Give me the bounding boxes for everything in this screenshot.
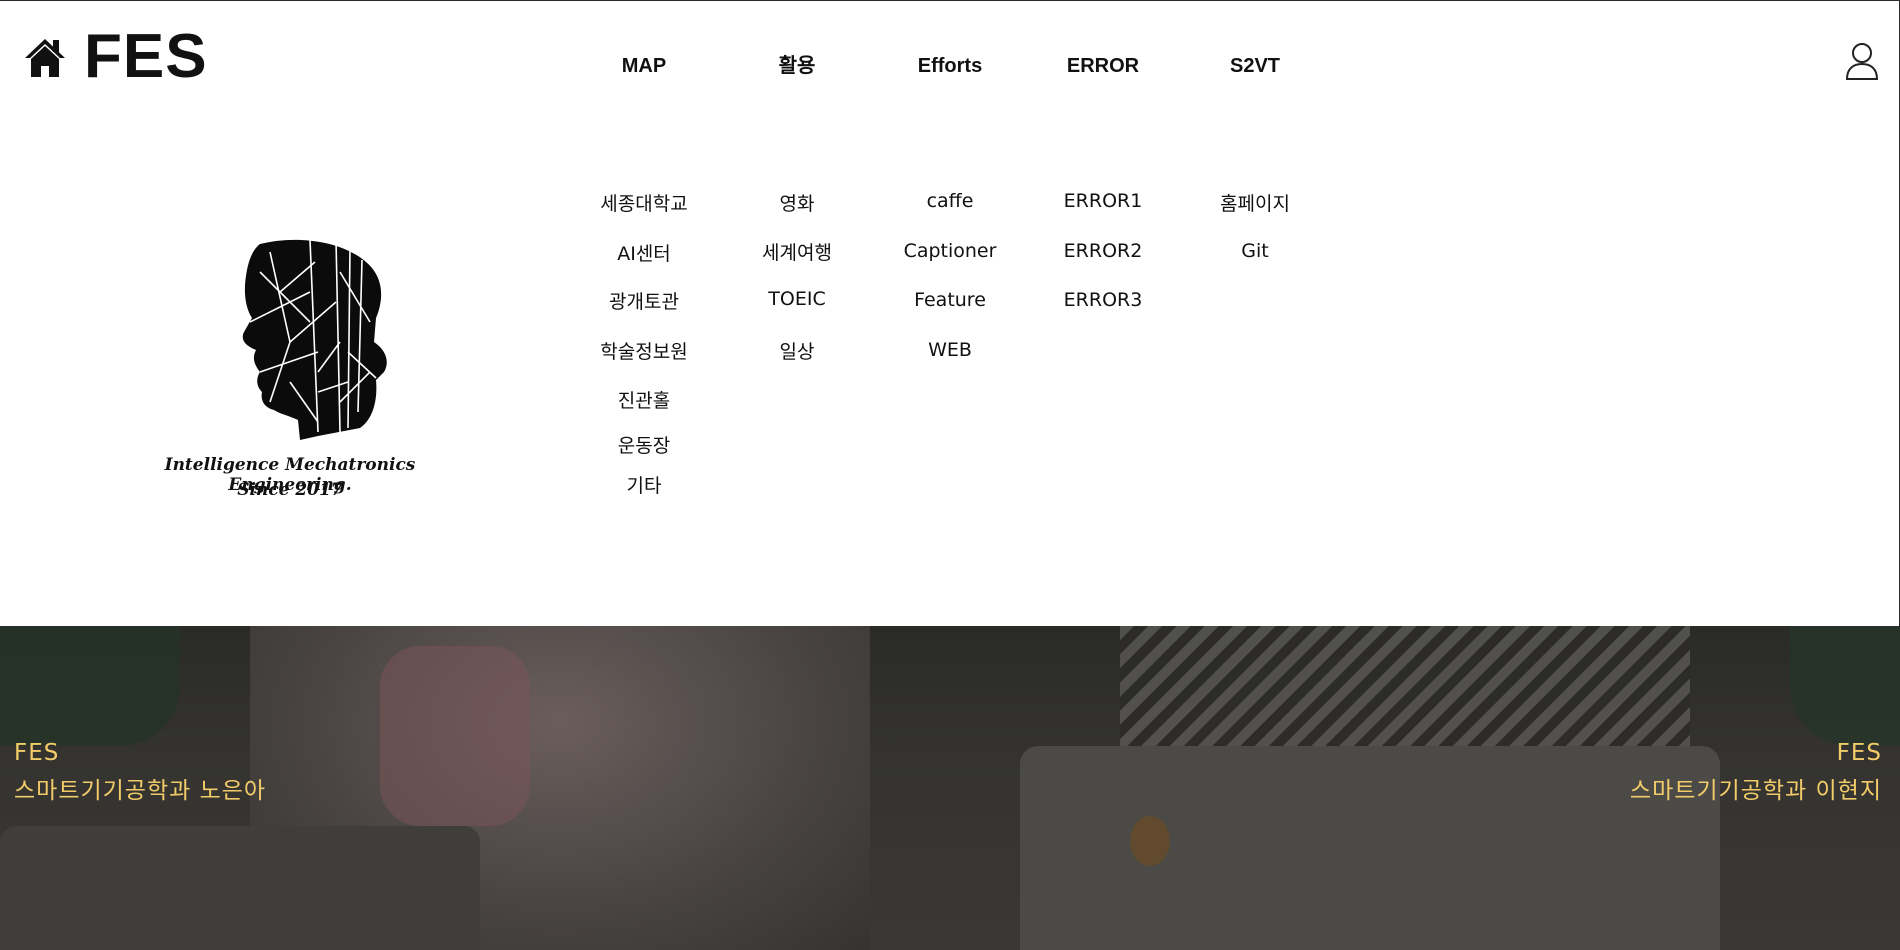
nav-efforts-item[interactable]: Captioner (875, 240, 1025, 262)
hero-caption-right: FES 스마트기기공학과 이현지 (1630, 734, 1882, 810)
nav-map-item[interactable]: 광개토관 (569, 287, 719, 314)
nav-map-item[interactable]: 운동장 (569, 431, 719, 458)
nav-map-item[interactable]: 진관홀 (569, 386, 719, 413)
home-icon[interactable] (23, 37, 67, 79)
nav-s2vt-item[interactable]: 홈페이지 (1180, 189, 1330, 216)
hero-photo-shape (1790, 626, 1900, 746)
hero-caption-left-title: FES (14, 740, 60, 766)
nav-column-map: MAP 세종대학교 AI센터 광개토관 학술정보원 진관홀 운동장 기타 (569, 51, 719, 497)
hero-caption-left: FES 스마트기기공학과 노은아 (14, 734, 266, 810)
nav-column-usage: 활용 영화 세계여행 TOEIC 일상 (722, 51, 872, 363)
logo-since: Since 2017 (237, 480, 343, 500)
nav-map-item[interactable]: AI센터 (569, 239, 719, 266)
nav-column-efforts: Efforts caffe Captioner Feature WEB (875, 51, 1025, 361)
nav-error-item[interactable]: ERROR3 (1028, 289, 1178, 311)
nav-efforts-item[interactable]: Feature (875, 289, 1025, 311)
site-brand[interactable]: FES (84, 26, 208, 88)
hero-caption-right-name: 스마트기기공학과 이현지 (1629, 778, 1882, 804)
nav-s2vt-item[interactable]: Git (1180, 240, 1330, 262)
nav-usage-item[interactable]: TOEIC (722, 288, 872, 310)
nav-s2vt[interactable]: S2VT (1180, 51, 1330, 81)
nav-map-item[interactable]: 세종대학교 (569, 189, 719, 216)
nav-efforts-item[interactable]: caffe (875, 190, 1025, 212)
nav-usage-item[interactable]: 일상 (722, 337, 872, 364)
hero-caption-left-name: 스마트기기공학과 노은아 (14, 778, 267, 804)
hero-photo-shape (380, 646, 530, 826)
top-border (0, 0, 1900, 1)
hero-photo-shape (1020, 746, 1720, 950)
nav-error-item[interactable]: ERROR1 (1028, 190, 1178, 212)
hero-caption-right-title: FES (1836, 740, 1882, 766)
nav-usage-item[interactable]: 영화 (722, 189, 872, 216)
hero-photo-shape (1130, 816, 1170, 866)
nav-usage-item[interactable]: 세계여행 (722, 238, 872, 265)
nav-usage[interactable]: 활용 (722, 51, 872, 81)
nav-column-error: ERROR ERROR1 ERROR2 ERROR3 (1028, 51, 1178, 311)
nav-map-item[interactable]: 기타 (569, 471, 719, 498)
nav-efforts-item[interactable]: WEB (875, 339, 1025, 361)
user-icon[interactable] (1845, 42, 1879, 80)
nav-efforts[interactable]: Efforts (875, 51, 1025, 81)
nav-map[interactable]: MAP (569, 51, 719, 81)
nav-column-s2vt: S2VT 홈페이지 Git (1180, 51, 1330, 262)
nav-map-item[interactable]: 학술정보원 (569, 337, 719, 364)
hero-photo-shape (0, 626, 180, 746)
hero-photo-shape (0, 826, 480, 950)
hero-photo-shape (1120, 626, 1690, 746)
nav-error[interactable]: ERROR (1028, 51, 1178, 81)
hero-photo: FES 스마트기기공학과 노은아 FES 스마트기기공학과 이현지 (0, 626, 1900, 950)
nav-error-item[interactable]: ERROR2 (1028, 240, 1178, 262)
